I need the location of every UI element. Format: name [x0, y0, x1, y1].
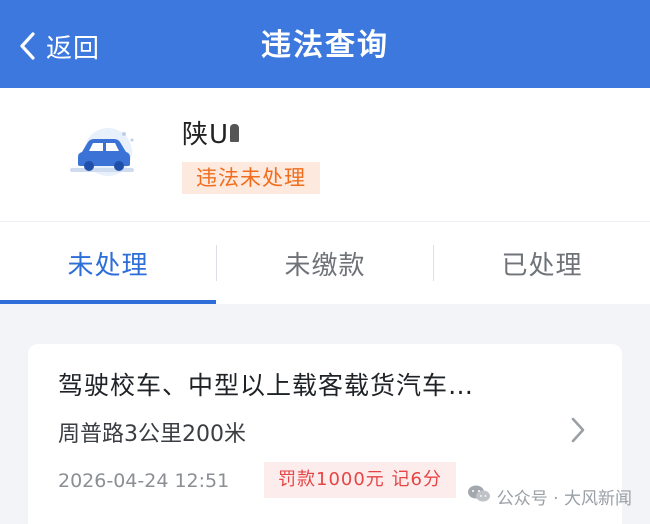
- wechat-icon: [467, 484, 497, 509]
- tab-unpaid[interactable]: 未缴款: [217, 222, 433, 304]
- app-header: 返回 违法查询: [0, 0, 650, 88]
- watermark: 公众号 · 大风新闻: [467, 484, 632, 509]
- plate-number: 陕U: [182, 118, 240, 152]
- tab-bar: 未处理 未缴款 已处理: [0, 222, 650, 304]
- status-badge: 违法未处理: [182, 162, 320, 194]
- tab-processed[interactable]: 已处理: [434, 222, 650, 304]
- tab-unprocessed[interactable]: 未处理: [0, 222, 216, 304]
- chevron-right-icon: [570, 416, 586, 448]
- watermark-text: 公众号 · 大风新闻: [496, 489, 632, 509]
- violation-time: 2026-04-24 12:51: [58, 470, 230, 492]
- violation-location: 周普路3公里200米: [58, 422, 246, 447]
- page-title: 违法查询: [261, 28, 389, 63]
- penalty-badge: 罚款1000元 记6分: [264, 462, 456, 498]
- plate-mask: [230, 123, 240, 142]
- violation-title: 驾驶校车、中型以上载客载货汽车…: [58, 371, 475, 400]
- vehicle-panel: 陕U 违法未处理: [0, 88, 650, 222]
- car-icon: [64, 124, 144, 184]
- plate-text: 陕U: [182, 120, 230, 150]
